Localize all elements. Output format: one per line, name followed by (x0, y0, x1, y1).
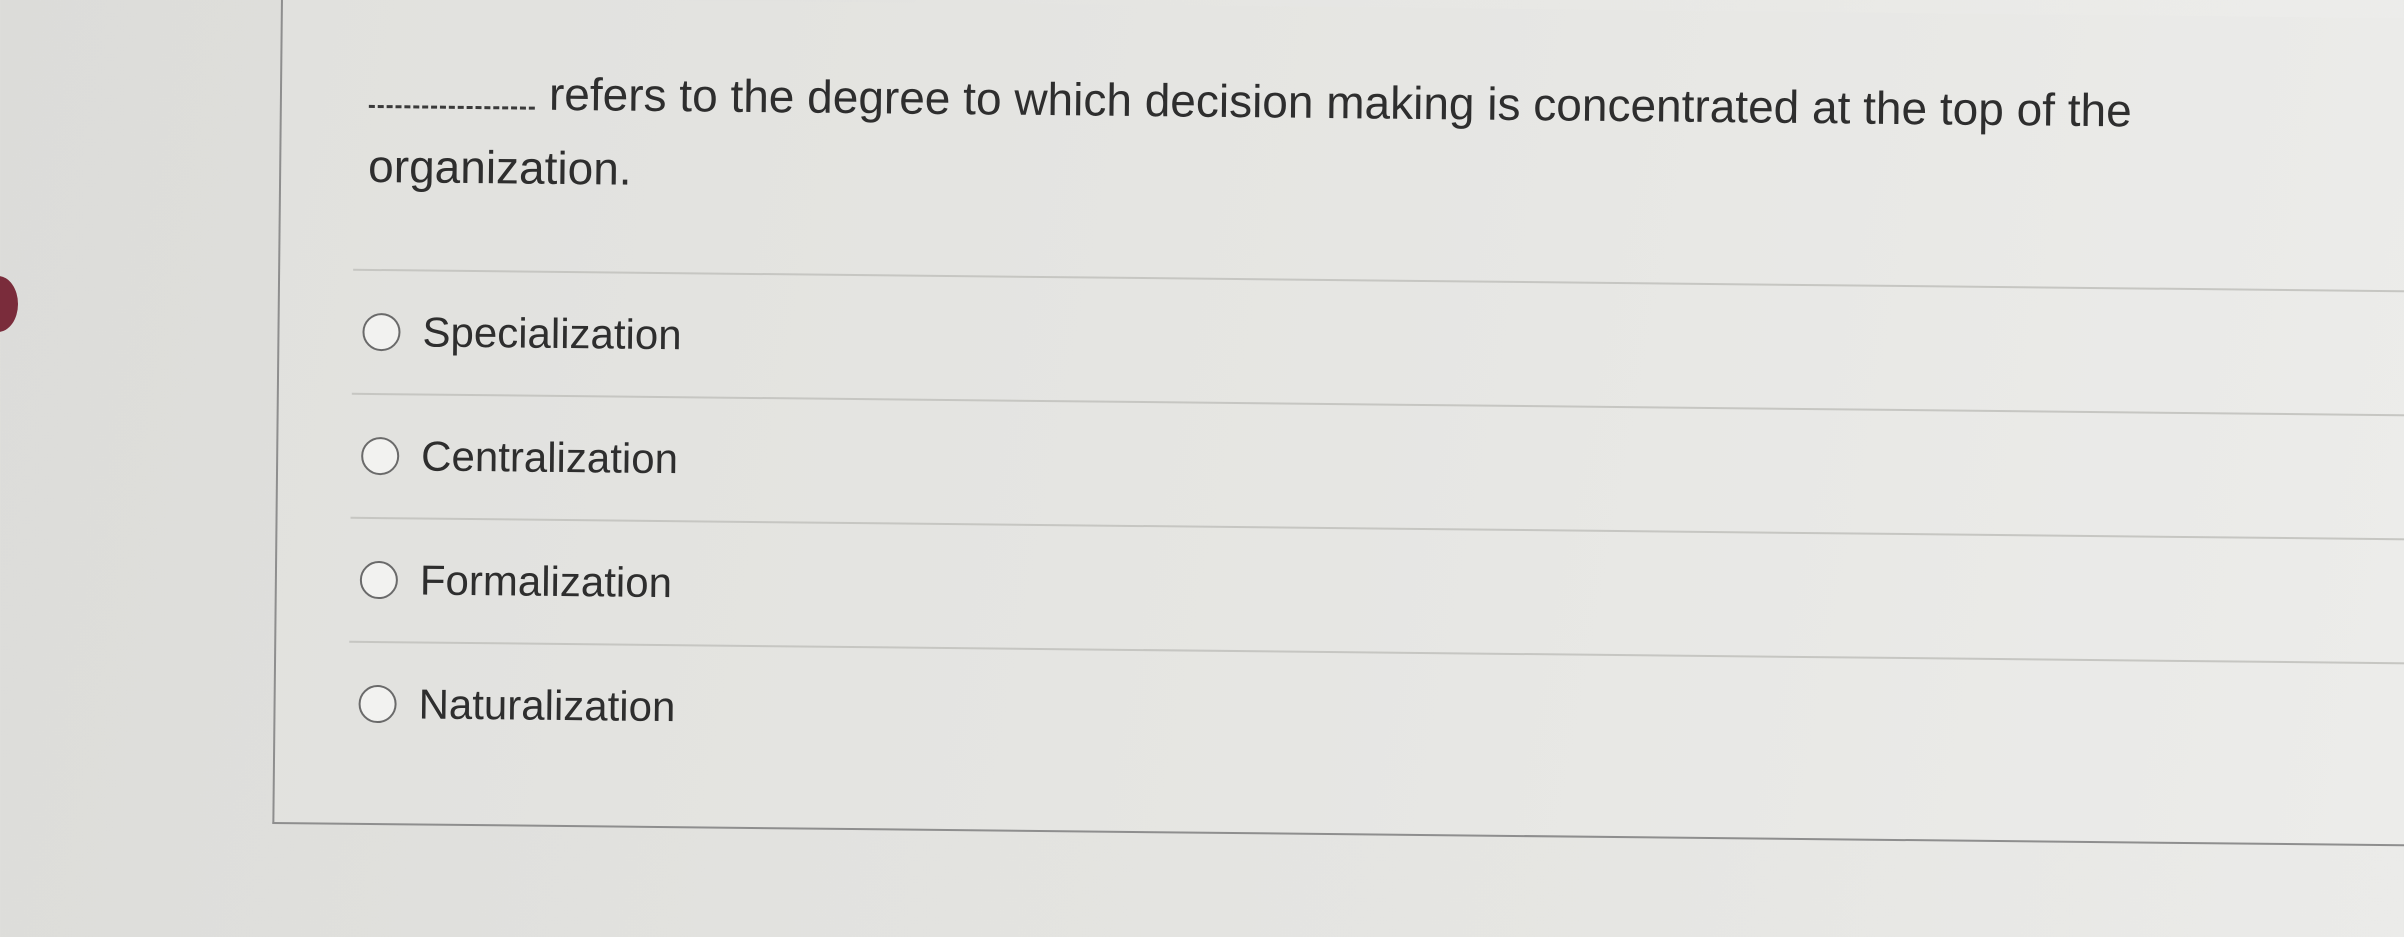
answer-label: Formalization (419, 556, 673, 607)
fill-in-blank (368, 64, 536, 110)
answer-option-specialization[interactable]: Specialization (352, 271, 2404, 415)
question-status-marker (0, 276, 18, 332)
question-text: refers to the degree to which decision m… (368, 55, 2369, 224)
answer-list: Specialization Centralization Formalizat… (348, 268, 2404, 787)
radio-button[interactable] (362, 312, 401, 352)
answer-label: Naturalization (418, 680, 676, 731)
answer-label: Specialization (422, 308, 682, 359)
radio-button[interactable] (358, 684, 397, 724)
question-card: refers to the degree to which decision m… (272, 0, 2404, 847)
answer-option-naturalization[interactable]: Naturalization (348, 643, 2404, 787)
radio-button[interactable] (359, 560, 399, 600)
answer-option-centralization[interactable]: Centralization (351, 395, 2404, 539)
question-prompt: refers to the degree to which decision m… (367, 67, 2133, 195)
answer-option-formalization[interactable]: Formalization (349, 519, 2404, 663)
answer-label: Centralization (420, 432, 679, 483)
radio-button[interactable] (360, 436, 400, 476)
